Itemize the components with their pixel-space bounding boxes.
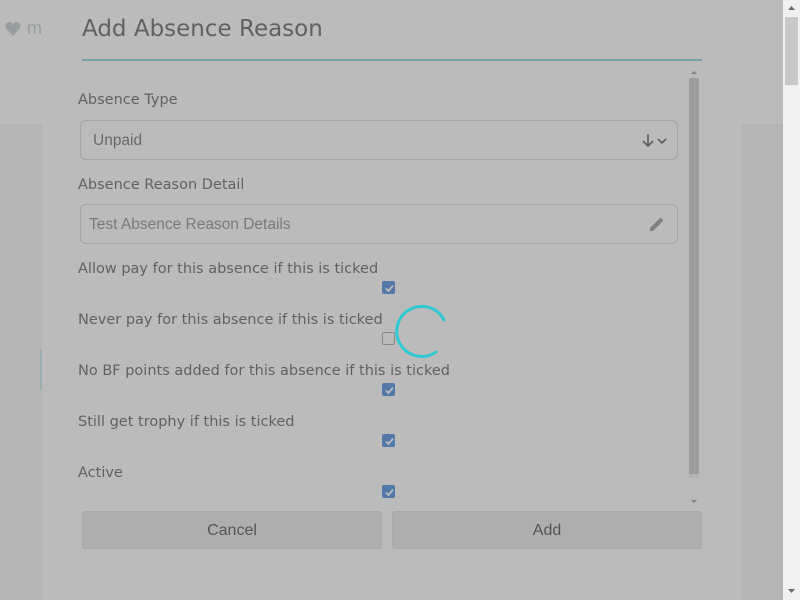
page-scroll-down-icon[interactable] (783, 585, 800, 597)
loading-spinner-icon (395, 304, 446, 358)
page-scrollbar-thumb[interactable] (785, 17, 798, 85)
page-scrollbar[interactable] (783, 0, 800, 600)
page-scroll-up-icon[interactable] (783, 2, 800, 14)
